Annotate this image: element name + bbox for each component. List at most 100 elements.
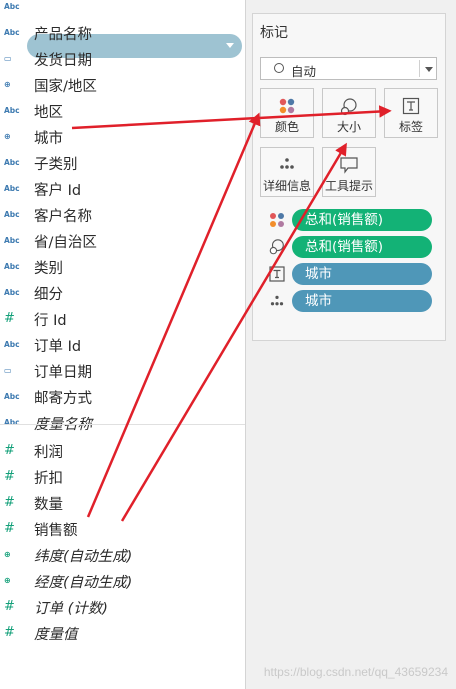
field-item[interactable]: Abc 产品名称 — [0, 20, 245, 46]
number-hash-icon: # — [4, 599, 15, 614]
abc-string-icon: Abc — [4, 418, 20, 427]
field-item[interactable]: # 订单 (计数) — [0, 594, 245, 620]
field-label: 数量 — [34, 496, 63, 513]
mark-type-separator — [419, 60, 420, 77]
label-button[interactable]: 标签 — [384, 88, 438, 138]
color-button[interactable]: 颜色 — [260, 88, 314, 138]
size-button-label: 大小 — [336, 120, 361, 134]
field-label: 发货日期 — [34, 52, 92, 69]
field-label: 产品名称 — [34, 26, 92, 43]
size-circles-icon — [269, 239, 284, 255]
field-item[interactable]: ▭ 订单日期 — [0, 358, 245, 384]
field-item[interactable]: Abc 子类别 — [0, 150, 245, 176]
mark-type-circle-icon — [274, 63, 284, 73]
field-label: 订单 (计数) — [34, 600, 108, 617]
field-label: 国家/地区 — [34, 78, 97, 95]
abc-string-icon: Abc — [4, 236, 20, 245]
mark-type-label: 自动 — [291, 64, 317, 79]
size-button[interactable]: 大小 — [322, 88, 376, 138]
field-item[interactable]: ⊕ 纬度(自动生成) — [0, 542, 245, 568]
size-circles-icon — [340, 98, 357, 116]
field-item[interactable]: Abc 度量名称 — [0, 410, 245, 436]
field-label: 纬度(自动生成) — [34, 548, 133, 565]
field-item[interactable]: # 度量值 — [0, 620, 245, 646]
field-label: 城市 — [34, 130, 63, 147]
field-label: 利润 — [34, 444, 63, 461]
tooltip-bubble-icon — [340, 157, 358, 174]
field-item[interactable]: Abc 细分 — [0, 280, 245, 306]
abc-string-icon: Abc — [4, 262, 20, 271]
detail-button[interactable]: 详细信息 — [260, 147, 314, 197]
tooltip-button-label: 工具提示 — [324, 179, 373, 193]
field-label: 订单 Id — [34, 338, 82, 355]
field-item[interactable]: Abc 客户 Id — [0, 176, 245, 202]
field-item[interactable]: # 行 Id — [0, 306, 245, 332]
field-label: 经度(自动生成) — [34, 574, 133, 591]
tooltip-button[interactable]: 工具提示 — [322, 147, 376, 197]
globe-icon: ⊕ — [4, 80, 11, 89]
field-item[interactable]: # 数量 — [0, 490, 245, 516]
field-label: 省/自治区 — [34, 234, 97, 251]
measure-pill[interactable]: 总和(销售额) — [292, 236, 432, 258]
marks-card-title: 标记 — [260, 25, 288, 41]
globe-icon: ⊕ — [4, 576, 11, 585]
dimension-pill[interactable]: 城市 — [292, 290, 432, 312]
abc-string-icon: Abc — [4, 210, 20, 219]
field-item[interactable]: Abc — [0, 0, 245, 20]
field-item[interactable]: ⊕ 经度(自动生成) — [0, 568, 245, 594]
field-label: 细分 — [34, 286, 63, 303]
field-item[interactable]: ▭ 发货日期 — [0, 46, 245, 72]
abc-string-icon: Abc — [4, 28, 20, 37]
number-hash-icon: # — [4, 311, 15, 326]
field-label: 折扣 — [34, 470, 63, 487]
field-item[interactable]: Abc 订单 Id — [0, 332, 245, 358]
field-item[interactable]: Abc 地区 — [0, 98, 245, 124]
field-item[interactable]: ⊕ 城市 — [0, 124, 245, 150]
abc-string-icon: Abc — [4, 184, 20, 193]
dimensions-measures-divider — [0, 424, 245, 425]
calendar-icon: ▭ — [4, 366, 12, 375]
globe-icon: ⊕ — [4, 132, 11, 141]
field-item[interactable]: # 销售额 — [0, 516, 245, 542]
color-palette-icon — [270, 213, 284, 227]
number-hash-icon: # — [4, 469, 15, 484]
field-item[interactable]: Abc 客户名称 — [0, 202, 245, 228]
text-label-icon — [269, 266, 285, 282]
abc-string-icon: Abc — [4, 340, 20, 349]
number-hash-icon: # — [4, 495, 15, 510]
field-label: 订单日期 — [34, 364, 92, 381]
data-pane: Abc Abc 产品名称 ▭ 发货日期 ⊕ 国家/地区 Abc 地区 ⊕ 城市 Abc 子类别 Abc 客户… — [0, 0, 245, 689]
watermark: https://blog.csdn.net/qq_43659234 — [263, 665, 448, 679]
detail-dots-icon — [280, 158, 294, 169]
field-label: 度量名称 — [34, 416, 92, 433]
chevron-down-icon[interactable] — [425, 67, 433, 72]
calendar-icon: ▭ — [4, 54, 12, 63]
field-label: 客户名称 — [34, 208, 92, 225]
color-button-label: 颜色 — [274, 120, 299, 134]
color-palette-icon — [279, 98, 295, 114]
field-label: 行 Id — [34, 312, 67, 329]
field-label: 地区 — [34, 104, 63, 121]
field-item[interactable]: ⊕ 国家/地区 — [0, 72, 245, 98]
field-label: 销售额 — [34, 522, 78, 539]
mark-type-dropdown[interactable]: 自动 — [260, 57, 437, 80]
field-item[interactable]: # 利润 — [0, 438, 245, 464]
field-label: 类别 — [34, 260, 63, 277]
abc-string-icon: Abc — [4, 392, 20, 401]
abc-string-icon: Abc — [4, 158, 20, 167]
dimension-pill[interactable]: 城市 — [292, 263, 432, 285]
detail-button-label: 详细信息 — [262, 179, 311, 193]
field-label: 度量值 — [34, 626, 78, 643]
text-label-icon — [402, 97, 420, 115]
field-label: 子类别 — [34, 156, 78, 173]
globe-icon: ⊕ — [4, 550, 11, 559]
field-item[interactable]: Abc 类别 — [0, 254, 245, 280]
field-item[interactable]: # 折扣 — [0, 464, 245, 490]
field-item[interactable]: Abc 省/自治区 — [0, 228, 245, 254]
field-label: 客户 Id — [34, 182, 82, 199]
measure-pill[interactable]: 总和(销售额) — [292, 209, 432, 231]
number-hash-icon: # — [4, 443, 15, 458]
abc-string-icon: Abc — [4, 288, 20, 297]
field-item[interactable]: Abc 邮寄方式 — [0, 384, 245, 410]
detail-dots-icon — [270, 295, 284, 306]
